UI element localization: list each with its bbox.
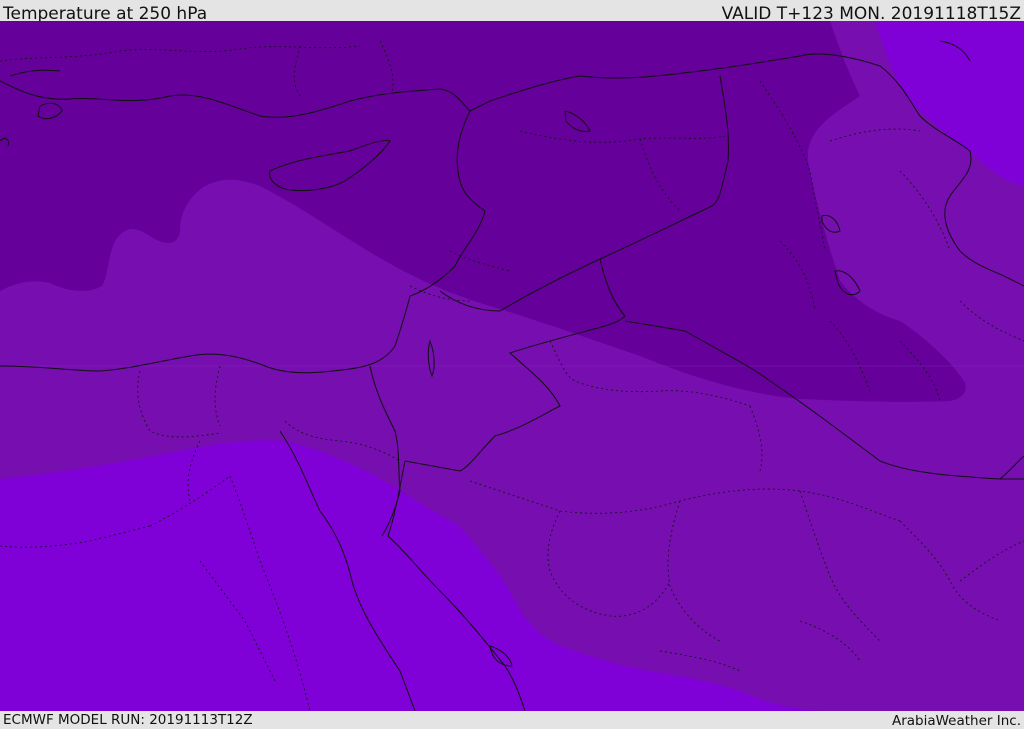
weather-map[interactable]	[0, 21, 1024, 711]
credit-label: ArabiaWeather Inc.	[891, 713, 1021, 729]
model-run-label: ECMWF MODEL RUN: 20191113T12Z	[3, 712, 253, 728]
footer-bar: ECMWF MODEL RUN: 20191113T12Z ArabiaWeat…	[0, 711, 1024, 729]
header-bar: Temperature at 250 hPa VALID T+123 MON. …	[0, 0, 1024, 24]
